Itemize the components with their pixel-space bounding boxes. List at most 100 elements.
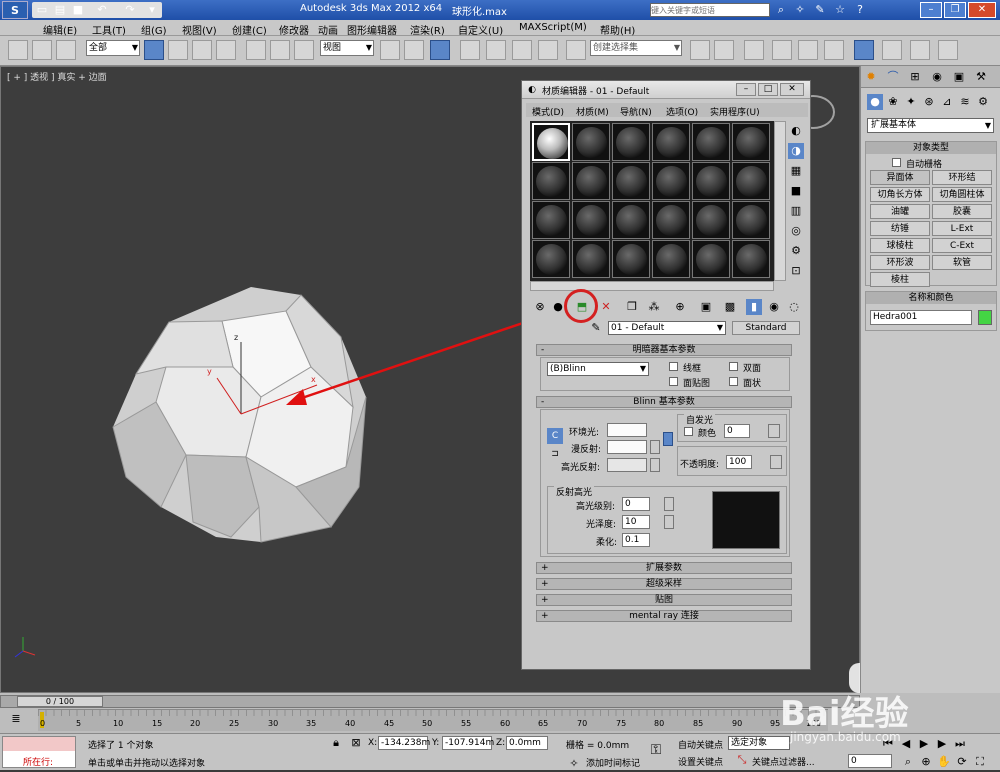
z-coord-field[interactable]: 0.0mm: [506, 736, 548, 750]
mated-menu-utilities[interactable]: 实用程序(U): [710, 105, 760, 118]
x-coord-field[interactable]: -134.238m: [378, 736, 430, 750]
shader-rollout-header[interactable]: - 明暗器基本参数: [536, 344, 792, 356]
helpers-icon[interactable]: ⊿: [939, 94, 955, 110]
sample-slot[interactable]: [572, 162, 610, 200]
sample-slot[interactable]: [572, 123, 610, 161]
menu-animation[interactable]: 动画: [318, 22, 338, 37]
zoom-icon[interactable]: ⌕: [900, 754, 916, 770]
supersampling-rollout[interactable]: + 超级采样: [536, 578, 792, 590]
background-icon[interactable]: ▦: [788, 163, 804, 179]
menu-edit[interactable]: 编辑(E): [43, 22, 77, 37]
minimize-button[interactable]: –: [920, 2, 942, 18]
mated-titlebar[interactable]: ◐ 材质编辑器 - 01 - Default – □ ✕: [522, 81, 810, 99]
maximize-viewport-icon[interactable]: ⛶: [972, 754, 988, 770]
sample-slot[interactable]: [652, 240, 690, 278]
community-icon[interactable]: ✧: [792, 2, 808, 18]
make-copy-icon[interactable]: ❐: [624, 299, 640, 315]
menu-help[interactable]: 帮助(H): [600, 22, 635, 37]
new-file-icon[interactable]: ▭: [34, 2, 50, 18]
material-type-button[interactable]: Standard: [732, 321, 800, 335]
category-dropdown[interactable]: 扩展基本体 ▼: [867, 118, 994, 133]
current-frame-field[interactable]: 0: [848, 754, 892, 768]
sample-type-icon[interactable]: ◐: [788, 123, 804, 139]
lock-ambient-icon[interactable]: C: [547, 428, 563, 444]
systems-icon[interactable]: ⚙: [975, 94, 991, 110]
pan-icon[interactable]: ✋: [936, 754, 952, 770]
motion-tab-icon[interactable]: ◉: [929, 69, 945, 85]
scale-icon[interactable]: [294, 40, 314, 60]
shader-dropdown[interactable]: (B)Blinn ▼: [547, 362, 649, 376]
geometry-icon[interactable]: ●: [867, 94, 883, 110]
key-filter-icon[interactable]: ⤡: [734, 752, 750, 768]
sample-slot-active[interactable]: [532, 123, 570, 161]
cameras-icon[interactable]: ⊛: [921, 94, 937, 110]
soften-spinner[interactable]: 0.1: [622, 533, 650, 547]
curve-editor-icon[interactable]: [798, 40, 818, 60]
menu-view[interactable]: 视图(V): [182, 22, 217, 37]
ambient-swatch[interactable]: [607, 423, 647, 437]
glossiness-map-button[interactable]: [664, 515, 674, 529]
faceted-checkbox[interactable]: [729, 377, 738, 386]
menu-maxscript[interactable]: MAXScript(M): [519, 22, 587, 33]
sample-slot[interactable]: [652, 201, 690, 239]
select-by-name-icon[interactable]: [168, 40, 188, 60]
backlight-icon[interactable]: ◑: [788, 143, 804, 159]
get-material-icon[interactable]: ⊗: [532, 299, 548, 315]
restore-button[interactable]: ❐: [944, 2, 966, 18]
sample-slot[interactable]: [532, 240, 570, 278]
btn-hedra[interactable]: 异面体: [870, 170, 930, 185]
object-name-field[interactable]: Hedra001: [870, 310, 972, 325]
self-illum-color-checkbox[interactable]: [684, 427, 693, 436]
btn-spindle[interactable]: 纺锤: [870, 221, 930, 236]
sample-slot[interactable]: [612, 162, 650, 200]
btn-l-ext[interactable]: L-Ext: [932, 221, 992, 236]
maps-rollout[interactable]: + 贴图: [536, 594, 792, 606]
select-by-material-icon[interactable]: ⊡: [788, 263, 804, 279]
lock-diffuse-specular-button[interactable]: [663, 432, 673, 446]
star-icon[interactable]: ☆: [832, 2, 848, 18]
sample-slot[interactable]: [692, 162, 730, 200]
menu-graph-editors[interactable]: 图形编辑器: [347, 22, 397, 37]
redo-icon[interactable]: ↷: [122, 2, 138, 18]
key-mode-dropdown[interactable]: 选定对象: [728, 736, 790, 750]
two-sided-checkbox[interactable]: [729, 362, 738, 371]
zoom-all-icon[interactable]: ⊕: [918, 754, 934, 770]
btn-chamfer-box[interactable]: 切角长方体: [870, 187, 930, 202]
specular-map-button[interactable]: [650, 458, 660, 472]
select-manipulate-icon[interactable]: [404, 40, 424, 60]
show-map-icon[interactable]: ▩: [722, 299, 738, 315]
utilities-tab-icon[interactable]: ⚒: [973, 69, 989, 85]
wire-checkbox[interactable]: [669, 362, 678, 371]
orbit-icon[interactable]: ⟳: [954, 754, 970, 770]
close-button[interactable]: ✕: [968, 2, 996, 18]
btn-ringwave[interactable]: 环形波: [870, 255, 930, 270]
opacity-spinner[interactable]: 100: [726, 455, 752, 469]
menu-create[interactable]: 创建(C): [232, 22, 267, 37]
named-selection-dropdown[interactable]: 创建选择集 ▼: [590, 40, 682, 56]
select-object-icon[interactable]: [144, 40, 164, 60]
align-icon[interactable]: [714, 40, 734, 60]
coord-system-dropdown[interactable]: 视图 ▼: [320, 40, 374, 56]
menu-tools[interactable]: 工具(T): [92, 22, 126, 37]
undo-icon[interactable]: ↶: [94, 2, 110, 18]
extended-params-rollout[interactable]: + 扩展参数: [536, 562, 792, 574]
keyboard-shortcut-icon[interactable]: [430, 40, 450, 60]
mated-close-button[interactable]: ✕: [780, 83, 804, 96]
btn-oiltank[interactable]: 油罐: [870, 204, 930, 219]
face-map-checkbox[interactable]: [669, 377, 678, 386]
mated-menu-material[interactable]: 材质(M): [576, 105, 609, 118]
search-icon[interactable]: ⌕: [773, 2, 789, 18]
absolute-mode-icon[interactable]: ⊠: [348, 735, 364, 751]
next-frame-icon[interactable]: ▶: [934, 736, 950, 752]
auto-key-button[interactable]: 自动关键点: [678, 738, 723, 751]
mated-minimize-button[interactable]: –: [736, 83, 756, 96]
mated-maximize-button[interactable]: □: [758, 83, 778, 96]
sample-slot[interactable]: [532, 162, 570, 200]
sample-slot[interactable]: [652, 162, 690, 200]
sample-slots-hscroll[interactable]: [530, 281, 774, 291]
key-filters-button[interactable]: 关键点过滤器...: [752, 755, 815, 768]
btn-gengon[interactable]: 球棱柱: [870, 238, 930, 253]
open-file-icon[interactable]: ▤: [52, 2, 68, 18]
object-color-swatch[interactable]: [978, 310, 992, 325]
sample-slot[interactable]: [692, 123, 730, 161]
